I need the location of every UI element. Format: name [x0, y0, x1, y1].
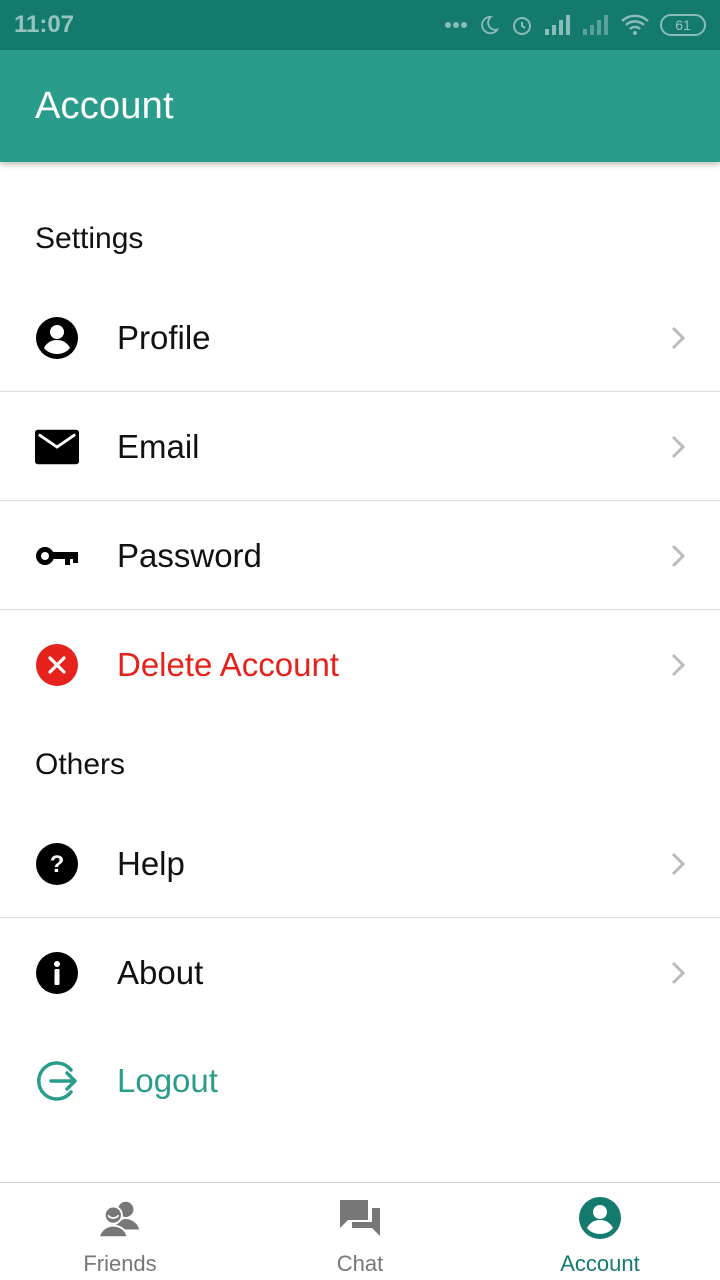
- signal-icon: [545, 15, 570, 35]
- bottom-nav: Friends Chat Account: [0, 1182, 720, 1280]
- app-bar: Account: [0, 50, 720, 162]
- wifi-icon: [621, 14, 649, 35]
- signal-icon-2: [583, 15, 608, 35]
- chevron-right-icon: [668, 432, 688, 462]
- status-icons: 61: [444, 13, 706, 37]
- chevron-right-icon: [668, 958, 688, 988]
- battery-icon: 61: [660, 14, 706, 36]
- alarm-icon: [513, 17, 531, 35]
- settings-item-label: Password: [117, 536, 262, 574]
- section-header-others: Others: [35, 748, 126, 781]
- svg-text:?: ?: [50, 851, 65, 878]
- settings-item-profile[interactable]: Profile: [0, 284, 720, 392]
- friends-icon: [97, 1195, 143, 1241]
- nav-tab-friends[interactable]: Friends: [0, 1183, 240, 1280]
- nav-tab-chat[interactable]: Chat: [240, 1183, 480, 1280]
- others-item-label: About: [117, 954, 204, 991]
- more-dots-icon: [445, 22, 467, 28]
- nav-tab-account[interactable]: Account: [480, 1183, 720, 1280]
- settings-item-email[interactable]: Email: [0, 393, 720, 501]
- others-item-label: Logout: [117, 1062, 218, 1099]
- settings-item-label: Email: [117, 427, 200, 465]
- nav-tab-label: Account: [560, 1251, 640, 1276]
- chevron-right-icon: [668, 323, 688, 353]
- settings-item-label: Delete Account: [117, 646, 339, 683]
- others-item-help[interactable]: ? Help: [0, 810, 720, 918]
- others-item-label: Help: [117, 844, 185, 882]
- info-icon: [35, 951, 79, 995]
- chat-icon: [337, 1195, 383, 1241]
- settings-item-label: Profile: [117, 318, 211, 356]
- cancel-icon: [35, 643, 79, 687]
- status-time: 11:07: [14, 11, 75, 38]
- account-circle-icon: [577, 1195, 623, 1241]
- mail-icon: [35, 425, 79, 469]
- others-item-about[interactable]: About: [0, 919, 720, 1027]
- moon-icon: [481, 15, 500, 35]
- nav-tab-label: Chat: [336, 1251, 384, 1276]
- page-title: Account: [35, 84, 174, 127]
- battery-level: 61: [675, 17, 691, 33]
- settings-item-password[interactable]: Password: [0, 502, 720, 610]
- nav-tab-label: Friends: [83, 1251, 157, 1276]
- others-item-logout[interactable]: Logout: [0, 1027, 720, 1135]
- account-circle-icon: [35, 316, 79, 360]
- settings-item-delete-account[interactable]: Delete Account: [0, 611, 720, 719]
- logout-icon: [35, 1059, 79, 1103]
- status-bar: 11:07 61: [0, 0, 720, 50]
- key-icon: [35, 534, 79, 578]
- chevron-right-icon: [668, 650, 688, 680]
- section-header-settings: Settings: [35, 222, 144, 255]
- chevron-right-icon: [668, 541, 688, 571]
- help-icon: ?: [35, 842, 79, 886]
- chevron-right-icon: [668, 849, 688, 879]
